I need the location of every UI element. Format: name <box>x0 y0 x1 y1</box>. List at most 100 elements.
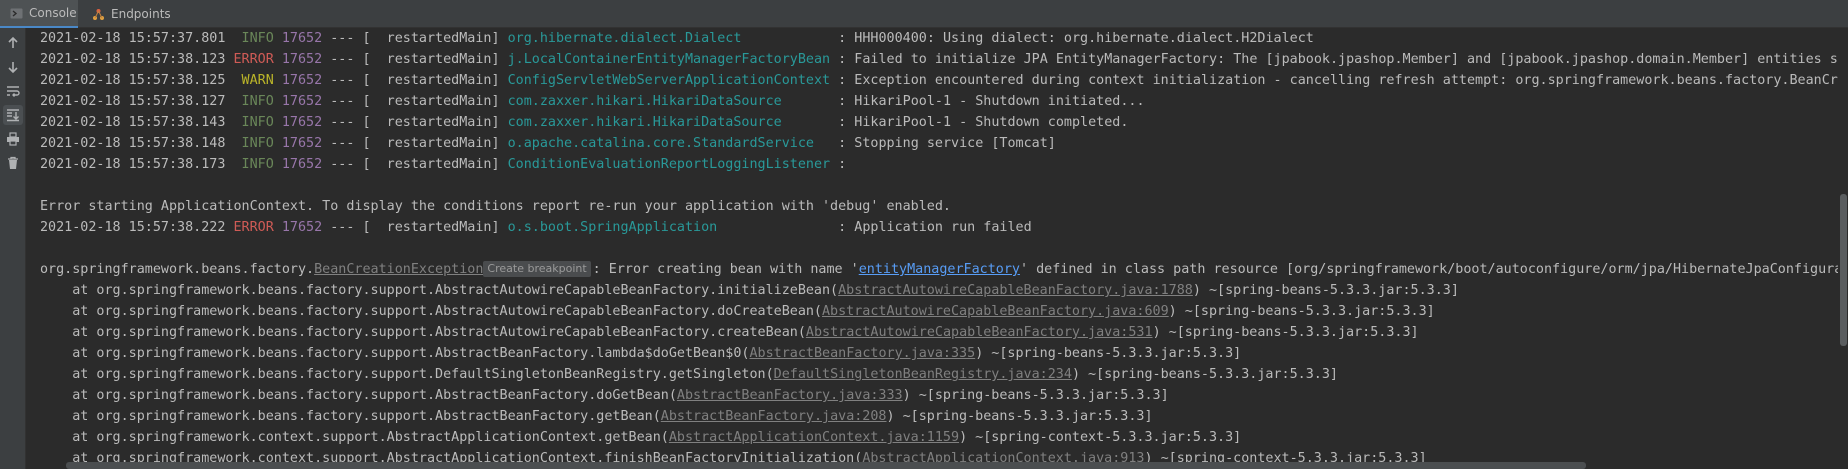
log-message: : Stopping service [Tomcat] <box>838 136 1056 151</box>
tab-endpoints[interactable]: Endpoints <box>92 0 171 28</box>
log-message: : Application run failed <box>838 220 1032 235</box>
log-logger: com.zaxxer.hikari.HikariDataSource <box>507 115 782 130</box>
log-pid: 17652 <box>281 31 323 46</box>
exception-message-a: : Error creating bean with name ' <box>592 262 859 277</box>
log-message: : Exception encountered during context i… <box>838 73 1838 88</box>
log-logger: o.s.boot.SpringApplication <box>507 220 718 235</box>
stack-frame: at org.springframework.beans.factory.sup… <box>40 301 1435 322</box>
log-thread: --- [ restartedMain] <box>322 115 508 130</box>
log-level: INFO <box>233 94 274 109</box>
console-output[interactable]: 2021-02-18 15:57:37.801 INFO 17652 --- [… <box>26 28 1838 469</box>
log-thread: --- [ restartedMain] <box>322 73 508 88</box>
horizontal-scrollbar[interactable] <box>66 462 1586 469</box>
stack-frame-jar: ) ~[spring-beans-5.3.3.jar:5.3.3] <box>975 346 1242 361</box>
scroll-to-end-button[interactable] <box>3 105 23 125</box>
log-timestamp: 2021-02-18 15:57:38.148 <box>40 136 226 151</box>
log-timestamp: 2021-02-18 15:57:38.127 <box>40 94 226 109</box>
print-button[interactable] <box>3 129 23 149</box>
bean-name-link[interactable]: entityManagerFactory <box>859 262 1020 277</box>
arrow-down-icon <box>8 62 18 74</box>
log-timestamp: 2021-02-18 15:57:38.125 <box>40 73 226 88</box>
log-line: 2021-02-18 15:57:38.173 INFO 17652 --- [… <box>40 154 846 175</box>
scroll-to-end-icon <box>7 109 19 122</box>
vertical-scrollbar-thumb[interactable] <box>1840 194 1847 346</box>
stack-frame-file-link[interactable]: AbstractBeanFactory.java:335 <box>749 346 975 361</box>
log-timestamp: 2021-02-18 15:57:38.173 <box>40 157 226 172</box>
vertical-scrollbar[interactable] <box>1838 28 1848 469</box>
log-thread: --- [ restartedMain] <box>322 157 508 172</box>
log-pid: 17652 <box>281 220 323 235</box>
tool-window-tab-bar: Console Endpoints <box>0 0 1848 28</box>
stack-frame-jar: ) ~[spring-beans-5.3.3.jar:5.3.3] <box>1192 283 1459 298</box>
log-logger: o.apache.catalina.core.StandardService <box>507 136 814 151</box>
log-message: : <box>838 157 847 172</box>
log-thread: --- [ restartedMain] <box>322 52 508 67</box>
log-thread: --- [ restartedMain] <box>322 94 508 109</box>
console-icon <box>10 7 23 20</box>
log-message: : HikariPool-1 - Shutdown initiated... <box>838 94 1145 109</box>
stack-frame-jar: ) ~[spring-beans-5.3.3.jar:5.3.3] <box>886 409 1153 424</box>
stack-frame-file-link[interactable]: AbstractAutowireCapableBeanFactory.java:… <box>806 325 1153 340</box>
log-thread: --- [ restartedMain] <box>322 31 508 46</box>
stack-frame-file-link[interactable]: AbstractBeanFactory.java:333 <box>677 388 903 403</box>
arrow-up-icon <box>8 36 18 48</box>
log-pid: 17652 <box>281 115 323 130</box>
log-pad <box>830 157 838 172</box>
up-stack-trace-button[interactable] <box>3 33 23 53</box>
exception-line: org.springframework.beans.factory.BeanCr… <box>40 259 1838 280</box>
log-pad <box>830 52 838 67</box>
stack-frame-jar: ) ~[spring-beans-5.3.3.jar:5.3.3] <box>1168 304 1435 319</box>
stack-frame-jar: ) ~[spring-beans-5.3.3.jar:5.3.3] <box>902 388 1169 403</box>
log-level: WARN <box>233 73 274 88</box>
log-line: 2021-02-18 15:57:38.143 INFO 17652 --- [… <box>40 112 1128 133</box>
log-level: INFO <box>233 157 274 172</box>
log-pid: 17652 <box>281 136 323 151</box>
log-line: 2021-02-18 15:57:37.801 INFO 17652 --- [… <box>40 28 1314 49</box>
stack-frame-method: at org.springframework.beans.factory.sup… <box>40 409 661 424</box>
log-pad <box>717 220 838 235</box>
exception-message-b: ' defined in class path resource [org/sp… <box>1019 262 1838 277</box>
stack-frame: at org.springframework.context.support.A… <box>40 427 1241 448</box>
log-pad <box>814 136 838 151</box>
stack-frame-jar: ) ~[spring-context-5.3.3.jar:5.3.3] <box>959 430 1242 445</box>
context-error-line: Error starting ApplicationContext. To di… <box>40 199 951 214</box>
print-icon <box>7 132 19 146</box>
soft-wrap-icon <box>7 86 20 97</box>
stack-frame-file-link[interactable]: AbstractBeanFactory.java:208 <box>661 409 887 424</box>
log-timestamp: 2021-02-18 15:57:38.123 <box>40 52 226 67</box>
down-stack-trace-button[interactable] <box>3 57 23 77</box>
tab-console[interactable]: Console <box>0 0 78 28</box>
stack-frame: at org.springframework.beans.factory.sup… <box>40 322 1419 343</box>
stack-frame-file-link[interactable]: DefaultSingletonBeanRegistry.java:234 <box>774 367 1072 382</box>
log-thread: --- [ restartedMain] <box>322 136 508 151</box>
exception-package: org.springframework.beans.factory. <box>40 262 315 277</box>
stack-frame: at org.springframework.beans.factory.sup… <box>40 364 1338 385</box>
stack-frame-method: at org.springframework.beans.factory.sup… <box>40 388 677 403</box>
create-breakpoint-chip[interactable]: Create breakpoint <box>483 261 591 277</box>
log-timestamp: 2021-02-18 15:57:37.801 <box>40 31 226 46</box>
soft-wrap-button[interactable] <box>3 81 23 101</box>
stack-frame-method: at org.springframework.beans.factory.sup… <box>40 304 822 319</box>
stack-frame-file-link[interactable]: AbstractApplicationContext.java:1159 <box>669 430 959 445</box>
console-toolstrip <box>0 28 26 469</box>
log-level: INFO <box>233 136 274 151</box>
stack-frame-file-link[interactable]: AbstractAutowireCapableBeanFactory.java:… <box>838 283 1193 298</box>
log-line: 2021-02-18 15:57:38.148 INFO 17652 --- [… <box>40 133 1056 154</box>
stack-frame: at org.springframework.beans.factory.sup… <box>40 385 1169 406</box>
log-level: INFO <box>233 31 274 46</box>
clear-all-button[interactable] <box>3 153 23 173</box>
log-pad <box>741 31 838 46</box>
log-line: 2021-02-18 15:57:38.222 ERROR 17652 --- … <box>40 217 1032 238</box>
stack-frame-method: at org.springframework.beans.factory.sup… <box>40 346 750 361</box>
stack-frame: at org.springframework.beans.factory.sup… <box>40 343 1241 364</box>
log-level: INFO <box>233 115 274 130</box>
stack-frame-method: at org.springframework.beans.factory.sup… <box>40 367 774 382</box>
log-logger: org.hibernate.dialect.Dialect <box>507 31 742 46</box>
log-pad <box>782 115 838 130</box>
stack-frame-jar: ) ~[spring-beans-5.3.3.jar:5.3.3] <box>1152 325 1419 340</box>
trash-icon <box>8 156 18 169</box>
exception-class-link[interactable]: BeanCreationException <box>314 262 483 277</box>
stack-frame-file-link[interactable]: AbstractAutowireCapableBeanFactory.java:… <box>822 304 1169 319</box>
log-message: : Failed to initialize JPA EntityManager… <box>838 52 1838 67</box>
log-message: : HHH000400: Using dialect: org.hibernat… <box>838 31 1314 46</box>
